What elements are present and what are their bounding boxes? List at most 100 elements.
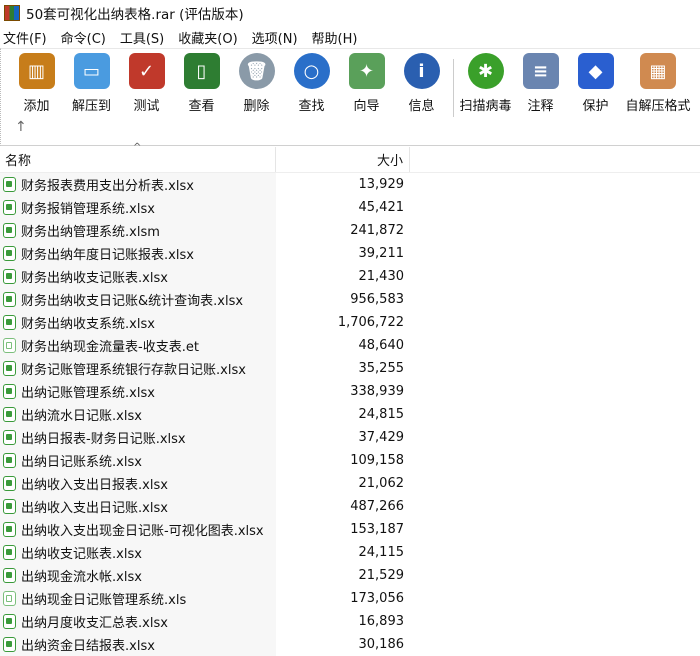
toolbar-button[interactable]: ✦ 向导: [339, 53, 394, 117]
spreadsheet-file-icon: [3, 614, 16, 629]
file-row[interactable]: 财务出纳现金流量表-收支表.et 48,640: [0, 334, 700, 357]
file-name-cell: 出纳日记账系统.xlsx: [0, 449, 276, 472]
spreadsheet-file-icon: [3, 200, 16, 215]
test-clipboard-icon: ✓: [128, 53, 165, 89]
file-name-cell: 出纳流水日记账.xlsx: [0, 403, 276, 426]
file-row[interactable]: 财务记账管理系统银行存款日记账.xlsx 35,255: [0, 357, 700, 380]
file-name: 出纳日报表-财务日记账.xlsx: [21, 432, 186, 447]
file-row[interactable]: 出纳收入支出日记账.xlsx 487,266: [0, 495, 700, 518]
file-name-cell: 财务报表费用支出分析表.xlsx: [0, 173, 276, 196]
toolbar-button-label: 注释: [527, 99, 554, 114]
file-name-cell: 出纳现金日记账管理系统.xls: [0, 587, 276, 610]
file-name-cell: 出纳收入支出现金日记账-可视化图表.xlsx: [0, 518, 276, 541]
file-size: 48,640: [358, 338, 405, 353]
toolbar-button[interactable]: ▯ 查看: [174, 53, 229, 117]
file-row[interactable]: 出纳收入支出日报表.xlsx 21,062: [0, 472, 700, 495]
toolbar-button[interactable]: ▦ 自解压格式: [623, 53, 693, 117]
menu-item[interactable]: 选项(N): [252, 28, 298, 47]
file-name-cell: 出纳收支记账表.xlsx: [0, 541, 276, 564]
file-row[interactable]: 财务出纳收支日记账&统计查询表.xlsx 956,583: [0, 288, 700, 311]
menu-item[interactable]: 工具(S): [120, 28, 164, 47]
spreadsheet-file-icon: [3, 545, 16, 560]
spreadsheet-file-icon: [3, 430, 16, 445]
file-name-cell: 出纳记账管理系统.xlsx: [0, 380, 276, 403]
file-name: 出纳收入支出现金日记账-可视化图表.xlsx: [21, 524, 264, 539]
toolbar-button[interactable]: ✱ 扫描病毒: [458, 53, 513, 117]
up-folder-icon[interactable]: ↑: [15, 119, 27, 135]
file-name: 财务出纳收支记账表.xlsx: [21, 271, 168, 286]
menu-item[interactable]: 帮助(H): [312, 28, 358, 47]
file-name: 出纳现金日记账管理系统.xls: [21, 593, 187, 608]
file-size: 21,430: [358, 269, 405, 284]
file-size: 173,056: [350, 591, 404, 606]
file-row[interactable]: 财务出纳收支系统.xlsx 1,706,722: [0, 311, 700, 334]
file-row[interactable]: 出纳日记账系统.xlsx 109,158: [0, 449, 700, 472]
sort-ascending-icon: ^: [133, 142, 142, 153]
toolbar-button-label: 测试: [133, 99, 160, 114]
info-icon: i: [403, 53, 440, 89]
file-row[interactable]: 出纳流水日记账.xlsx 24,815: [0, 403, 700, 426]
toolbar-button[interactable]: i 信息: [394, 53, 449, 117]
comment-icon: ≡: [522, 53, 559, 89]
file-name: 出纳收支记账表.xlsx: [21, 547, 142, 562]
file-row[interactable]: 出纳现金日记账管理系统.xls 173,056: [0, 587, 700, 610]
toolbar-button[interactable]: ▥ 添加: [9, 53, 64, 117]
file-name: 财务出纳年度日记账报表.xlsx: [21, 248, 194, 263]
file-row[interactable]: 财务出纳管理系统.xlsm 241,872: [0, 219, 700, 242]
extract-folder-icon: ▭: [73, 53, 110, 89]
file-row[interactable]: 出纳日报表-财务日记账.xlsx 37,429: [0, 426, 700, 449]
spreadsheet-file-icon: [3, 315, 16, 330]
file-size: 35,255: [358, 361, 405, 376]
spreadsheet-file-icon: [3, 522, 16, 537]
toolbar-button-label: 查看: [188, 99, 215, 114]
file-size: 37,429: [358, 430, 405, 445]
file-list-header: ^ 名称 大小: [0, 142, 700, 173]
file-row[interactable]: 财务报销管理系统.xlsx 45,421: [0, 196, 700, 219]
menu-item[interactable]: 命令(C): [61, 28, 106, 47]
file-row[interactable]: 财务出纳收支记账表.xlsx 21,430: [0, 265, 700, 288]
spreadsheet-file-icon: [3, 361, 16, 376]
file-row[interactable]: 出纳现金流水帐.xlsx 21,529: [0, 564, 700, 587]
column-header-size[interactable]: 大小: [276, 147, 410, 172]
toolbar-button-label: 查找: [298, 99, 325, 114]
shield-icon: ◆: [577, 53, 614, 89]
file-size: 39,211: [358, 246, 405, 261]
file-name-cell: 财务出纳收支日记账&统计查询表.xlsx: [0, 288, 276, 311]
window-title: 50套可视化出纳表格.rar (评估版本): [26, 7, 244, 23]
file-row[interactable]: 财务出纳年度日记账报表.xlsx 39,211: [0, 242, 700, 265]
file-row[interactable]: 出纳月度收支汇总表.xlsx 16,893: [0, 610, 700, 633]
file-name-cell: 出纳收入支出日报表.xlsx: [0, 472, 276, 495]
toolbar-separator: [453, 59, 454, 117]
toolbar-button[interactable]: ≡ 注释: [513, 53, 568, 117]
file-name: 出纳收入支出日报表.xlsx: [21, 478, 168, 493]
spreadsheet-file-icon: [3, 269, 16, 284]
file-name-cell: 财务出纳管理系统.xlsm: [0, 219, 276, 242]
toolbar-button[interactable]: 🗑 删除: [229, 53, 284, 117]
file-name-cell: 出纳现金流水帐.xlsx: [0, 564, 276, 587]
file-name: 出纳记账管理系统.xlsx: [21, 386, 155, 401]
toolbar-button-label: 扫描病毒: [459, 99, 512, 114]
file-row[interactable]: 出纳收入支出现金日记账-可视化图表.xlsx 153,187: [0, 518, 700, 541]
menu-item[interactable]: 文件(F): [3, 28, 47, 47]
file-size: 45,421: [358, 200, 405, 215]
toolbar-button-label: 信息: [408, 99, 435, 114]
file-name: 财务报销管理系统.xlsx: [21, 202, 155, 217]
file-name: 财务出纳现金流量表-收支表.et: [21, 340, 199, 355]
file-name: 出纳现金流水帐.xlsx: [21, 570, 142, 585]
file-row[interactable]: 出纳记账管理系统.xlsx 338,939: [0, 380, 700, 403]
file-name-cell: 财务报销管理系统.xlsx: [0, 196, 276, 219]
toolbar-button-label: 保护: [582, 99, 609, 114]
file-size: 487,266: [350, 499, 404, 514]
toolbar-button[interactable]: ◆ 保护: [568, 53, 623, 117]
spreadsheet-file-icon: [3, 568, 16, 583]
toolbar-button[interactable]: ✓ 测试: [119, 53, 174, 117]
file-size: 21,529: [358, 568, 405, 583]
file-row[interactable]: 出纳收支记账表.xlsx 24,115: [0, 541, 700, 564]
file-name: 出纳流水日记账.xlsx: [21, 409, 142, 424]
file-row[interactable]: 财务报表费用支出分析表.xlsx 13,929: [0, 173, 700, 196]
menu-item[interactable]: 收藏夹(O): [178, 28, 237, 47]
toolbar-button[interactable]: ○ 查找: [284, 53, 339, 117]
toolbar-button[interactable]: ▭ 解压到: [64, 53, 119, 117]
file-name-cell: 出纳日报表-财务日记账.xlsx: [0, 426, 276, 449]
spreadsheet-file-icon: [3, 292, 16, 307]
